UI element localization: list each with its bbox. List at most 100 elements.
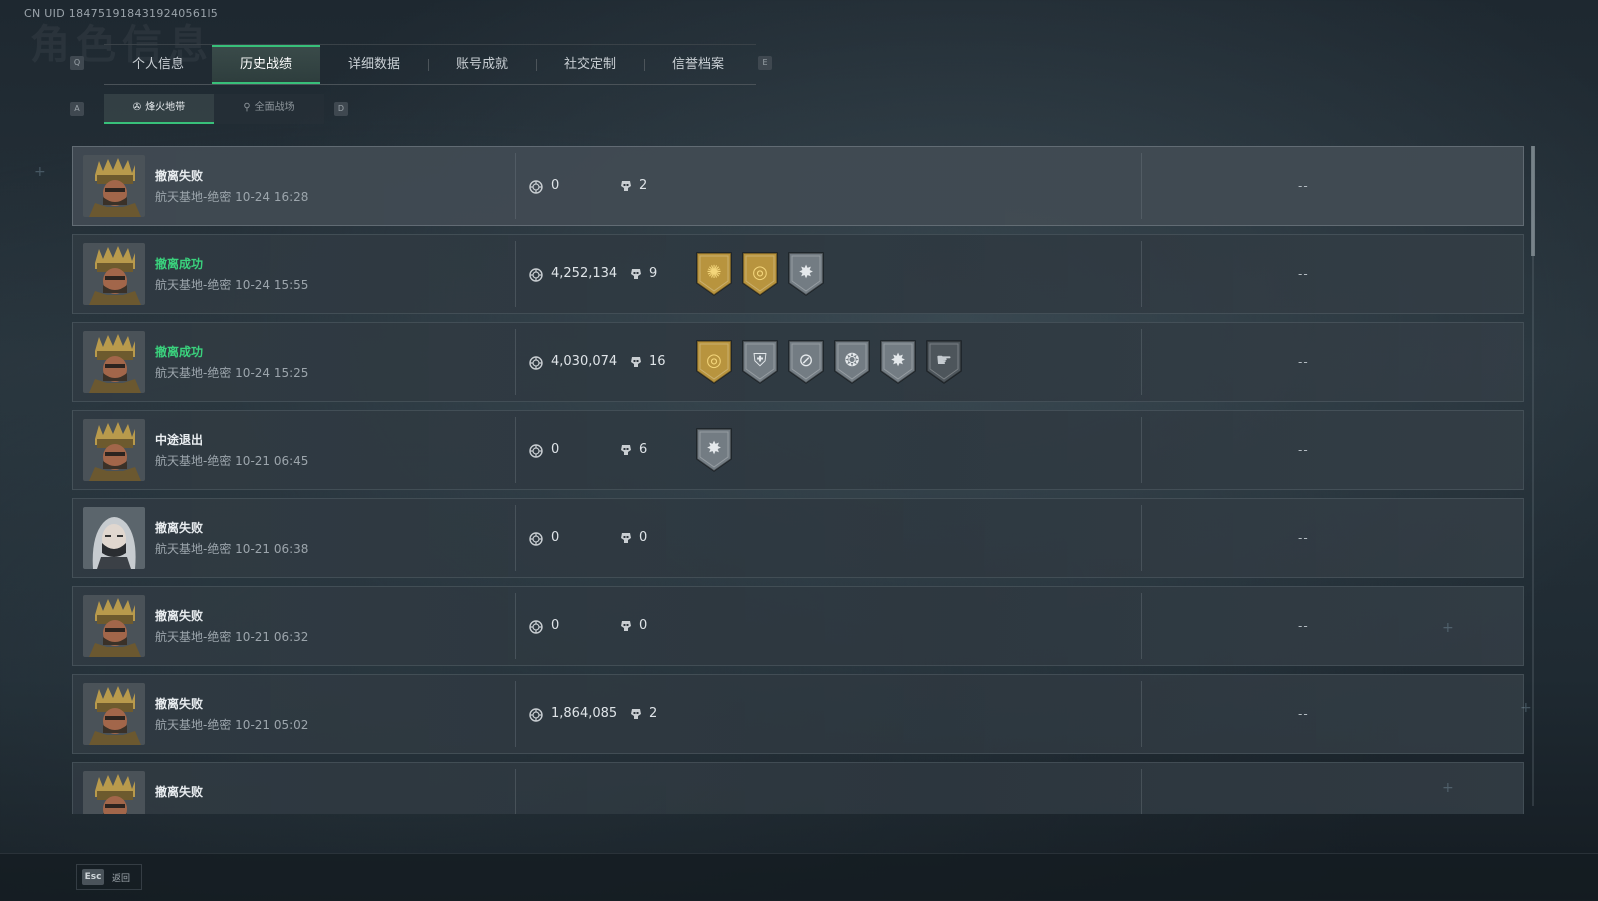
silver-wings-medal-icon[interactable]: ❂ [833,339,871,385]
match-row[interactable]: 撤离成功 航天基地-绝密 10-24 15:55 4,252,134 9 ✺ ◎ ✸ -- [72,234,1524,314]
silver-compass-medal-icon[interactable]: ⊘ [787,339,825,385]
column-divider [1141,769,1142,814]
kill-count: 16 [649,354,666,369]
silver-star-medal-icon[interactable]: ✸ [787,251,825,297]
extracted-value: 0 [551,178,560,193]
kill-count: 0 [639,618,648,633]
column-divider [1141,153,1142,219]
gold-ring-medal-icon[interactable]: ◎ [695,339,733,385]
extracted-value: 4,252,134 [551,266,618,281]
match-map: 航天基地-绝密 [155,454,232,468]
extra-info: -- [1298,619,1309,633]
svg-text:✸: ✸ [798,262,813,283]
medal-list: ✸ [695,427,733,473]
tab-next-key-hint[interactable]: E [758,56,772,70]
back-label: 返回 [112,874,131,884]
tab-4[interactable]: 社交定制 [536,45,644,84]
match-map-time: 航天基地-绝密 10-21 06:45 [155,452,308,469]
kill-count: 2 [649,706,658,721]
extra-info: -- [1298,707,1309,721]
match-time: 10-21 06:38 [235,542,309,556]
column-divider [515,505,516,571]
match-map: 航天基地-绝密 [155,630,232,644]
column-divider [1141,505,1142,571]
silver-star-medal-icon[interactable]: ✸ [879,339,917,385]
match-time: 10-24 15:55 [235,278,309,292]
esc-key-icon: Esc [82,869,104,885]
svg-text:⊘: ⊘ [798,350,813,371]
svg-text:✺: ✺ [706,262,721,283]
svg-text:◎: ◎ [706,350,722,371]
match-row[interactable]: 撤离失败 [72,762,1524,814]
value-coin-icon [529,355,543,370]
match-row[interactable]: 撤离失败 航天基地-绝密 10-21 06:32 0 0 -- [72,586,1524,666]
tab-0[interactable]: 个人信息 [104,45,212,84]
match-status: 撤离成功 [155,345,204,359]
subtab-next-key-hint[interactable]: D [334,102,348,116]
operator-avatar [83,771,145,814]
kill-count: 0 [639,530,648,545]
svg-text:✸: ✸ [890,350,905,371]
operator-avatar [83,683,145,745]
tab-1[interactable]: 历史战绩 [212,45,320,84]
tab-prev-key-hint[interactable]: Q [70,56,84,70]
silver-shield-medal-icon[interactable]: ⛨ [741,339,779,385]
dark-hand-medal-icon[interactable]: ☛ [925,339,963,385]
match-map: 航天基地-绝密 [155,190,232,204]
subtab-1[interactable]: ⚲ 全面战场 [214,94,324,124]
match-row[interactable]: 撤离成功 航天基地-绝密 10-24 15:25 4,030,074 16 ◎ ⛨ ⊘ ❂ ✸ ☛… [72,322,1524,402]
decor-plus-icon: + [1520,700,1532,716]
match-map: 航天基地-绝密 [155,366,232,380]
tab-2[interactable]: 详细数据 [320,45,428,84]
scrollbar-thumb[interactable] [1531,146,1535,256]
subtab-prev-key-hint[interactable]: A [70,102,84,116]
match-history-list: 撤离失败 航天基地-绝密 10-24 16:28 0 2 -- 撤离成功 航天基地-绝密 1… [72,146,1526,814]
match-row[interactable]: 中途退出 航天基地-绝密 10-21 06:45 0 6 ✸ -- [72,410,1524,490]
operator-avatar [83,595,145,657]
kills-skull-icon [619,178,633,192]
match-status: 中途退出 [155,433,204,447]
fire-zone-icon: ✇ [132,102,142,113]
column-divider [515,241,516,307]
kills-skull-icon [619,442,633,456]
operator-avatar [83,155,145,217]
match-status: 撤离失败 [155,521,204,535]
main-tab-bar: 个人信息 历史战绩 详细数据 账号成就 社交定制 信誉档案 [104,44,756,85]
value-coin-icon [529,531,543,546]
gold-ring-medal-icon[interactable]: ◎ [741,251,779,297]
tab-3[interactable]: 账号成就 [428,45,536,84]
kills-skull-icon [619,618,633,632]
footer-bar [0,853,1598,901]
match-row[interactable]: 撤离失败 航天基地-绝密 10-24 16:28 0 2 -- [72,146,1524,226]
match-map: 航天基地-绝密 [155,278,232,292]
match-row[interactable]: 撤离失败 航天基地-绝密 10-21 06:38 0 0 -- [72,498,1524,578]
match-row[interactable]: 撤离失败 航天基地-绝密 10-21 05:02 1,864,085 2 -- [72,674,1524,754]
column-divider [515,329,516,395]
column-divider [515,153,516,219]
value-coin-icon [529,443,543,458]
silver-star-medal-icon[interactable]: ✸ [695,427,733,473]
mode-sub-tabs: ✇ 烽火地带 ⚲ 全面战场 [104,94,324,124]
match-time: 10-21 06:45 [235,454,309,468]
kills-skull-icon [619,530,633,544]
decor-plus-icon: + [34,164,46,180]
value-coin-icon [529,267,543,282]
match-time: 10-24 15:25 [235,366,309,380]
kills-skull-icon [629,706,643,720]
subtab-0[interactable]: ✇ 烽火地带 [104,94,214,124]
extracted-value: 0 [551,442,560,457]
kills-skull-icon [629,266,643,280]
tab-5[interactable]: 信誉档案 [644,45,752,84]
kills-skull-icon [629,354,643,368]
gold-sun-medal-icon[interactable]: ✺ [695,251,733,297]
match-map: 航天基地-绝密 [155,718,232,732]
subtab-label: 全面战场 [254,102,295,113]
operator-avatar [83,243,145,305]
uid-label: CN UID 1847519184319240561l5 [24,7,219,20]
extracted-value: 0 [551,530,560,545]
svg-text:✸: ✸ [706,438,721,459]
column-divider [1141,593,1142,659]
operator-avatar [83,331,145,393]
extracted-value: 1,864,085 [551,706,618,721]
extra-info: -- [1298,531,1309,545]
